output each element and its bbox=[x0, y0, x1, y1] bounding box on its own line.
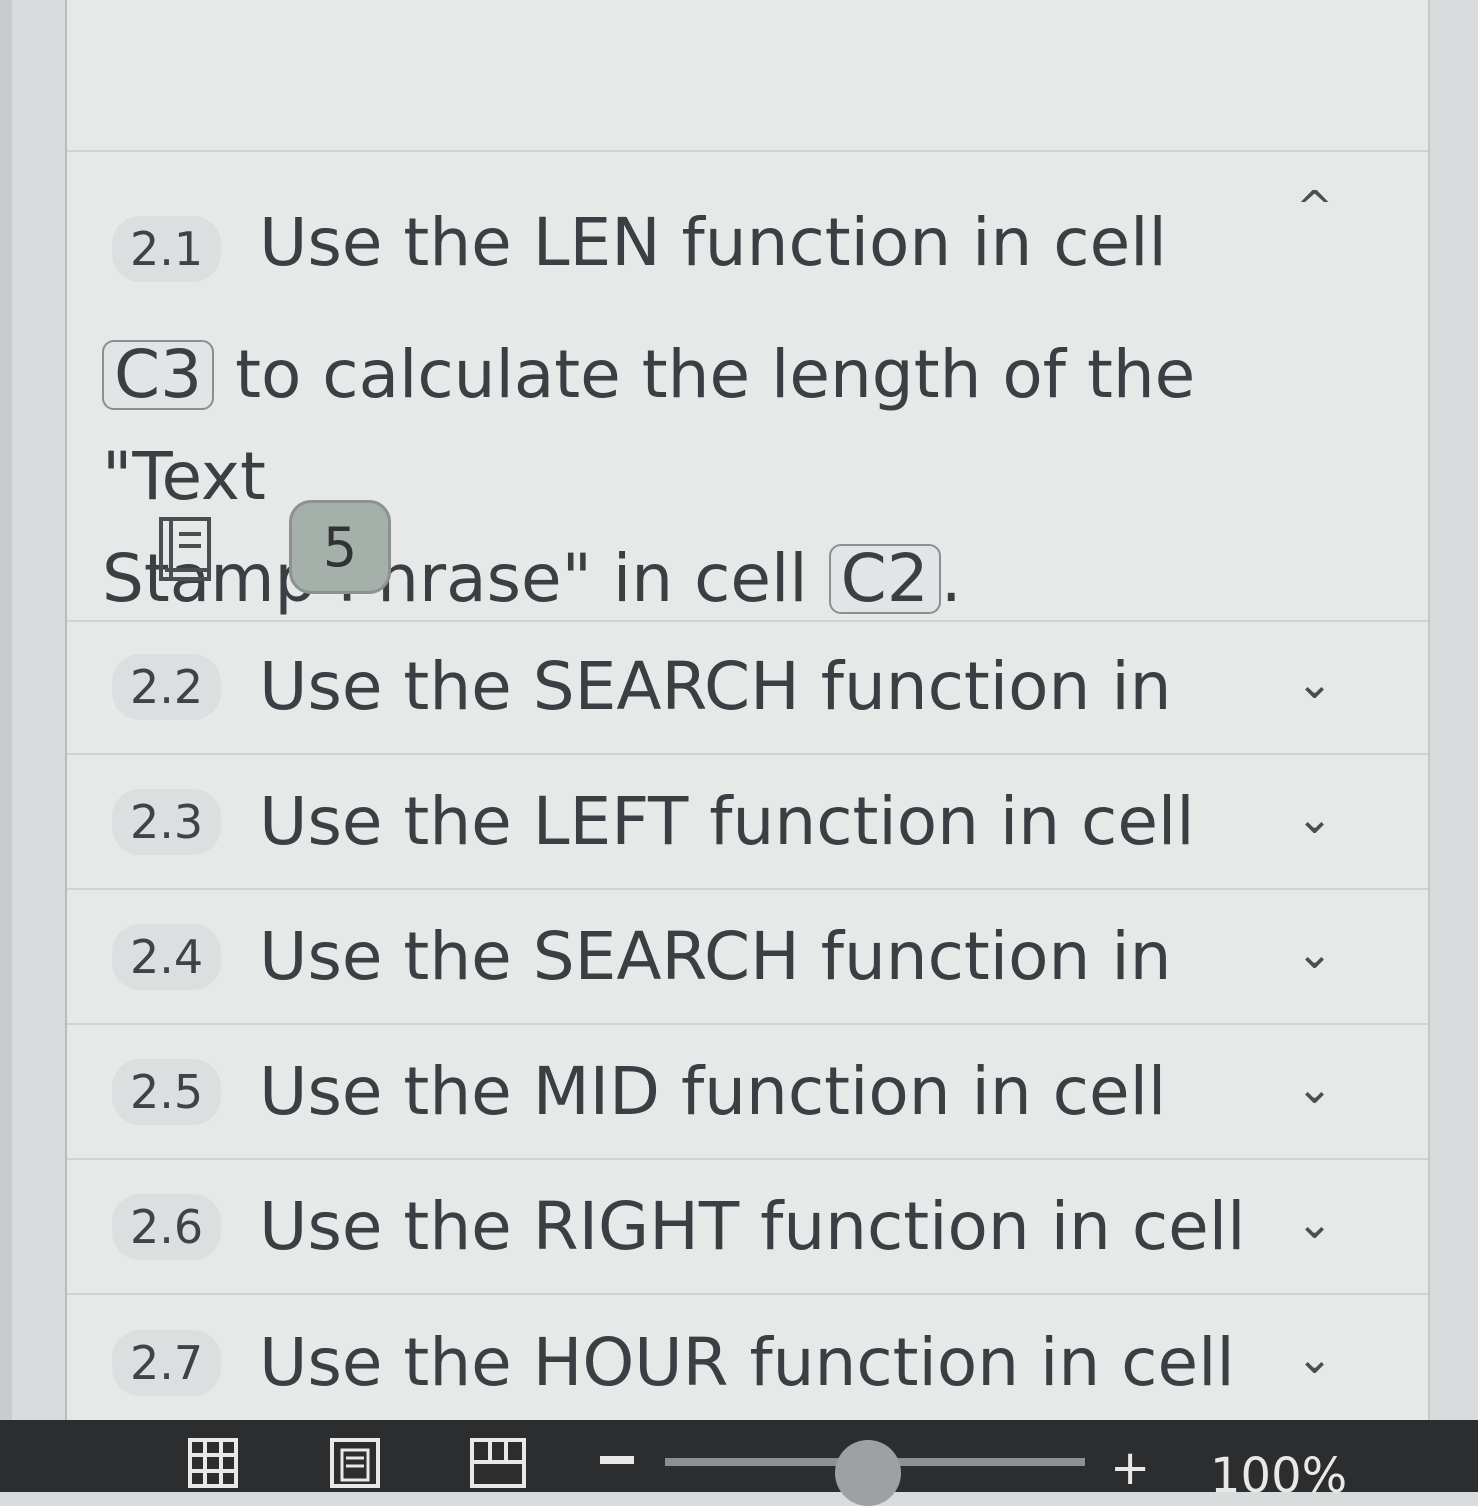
chevron-down-icon[interactable]: ⌄ bbox=[1296, 658, 1333, 709]
task-label: Use the LEFT function in cell bbox=[259, 782, 1195, 860]
page-break-preview-icon[interactable] bbox=[470, 1438, 526, 1488]
panel-header-area bbox=[67, 0, 1428, 152]
chevron-down-icon[interactable]: ⌄ bbox=[1296, 793, 1333, 844]
task-number: 2.7 bbox=[112, 1329, 222, 1396]
task-item-2-6[interactable]: 2.6 Use the RIGHT function in cell ⌄ bbox=[67, 1160, 1428, 1295]
page-layout-icon[interactable] bbox=[330, 1438, 380, 1488]
task-number: 2.5 bbox=[112, 1058, 222, 1125]
cell-reference-c2[interactable]: C2 bbox=[828, 544, 941, 614]
task-label: Use the SEARCH function in bbox=[259, 647, 1172, 725]
window-edge bbox=[0, 0, 12, 1492]
task-item-2-4[interactable]: 2.4 Use the SEARCH function in ⌄ bbox=[67, 890, 1428, 1025]
task-number: 2.3 bbox=[112, 788, 222, 855]
notes-icon[interactable] bbox=[157, 516, 211, 581]
task-number: 2.6 bbox=[112, 1193, 222, 1260]
task-label: Use the HOUR function in cell bbox=[259, 1323, 1235, 1401]
chevron-down-icon[interactable]: ⌄ bbox=[1296, 928, 1333, 979]
chevron-down-icon[interactable]: ⌄ bbox=[1296, 1198, 1333, 1249]
task-item-2-2[interactable]: 2.2 Use the SEARCH function in ⌄ bbox=[67, 620, 1428, 755]
normal-view-icon[interactable] bbox=[188, 1438, 238, 1488]
chevron-down-icon[interactable]: ⌄ bbox=[1296, 1063, 1333, 1114]
task-panel: 2.1 Use the LEN function in cell ^ C3 to … bbox=[65, 0, 1430, 1420]
task-number: 2.4 bbox=[112, 923, 222, 990]
task-label: Use the SEARCH function in bbox=[259, 917, 1172, 995]
task-item-2-5[interactable]: 2.5 Use the MID function in cell ⌄ bbox=[67, 1025, 1428, 1160]
task-label: Use the MID function in cell bbox=[259, 1052, 1167, 1130]
task-description-line2: to calculate the length of the "Text bbox=[102, 336, 1196, 515]
zoom-in-button[interactable]: + bbox=[1110, 1440, 1150, 1496]
zoom-slider-thumb[interactable] bbox=[835, 1440, 901, 1506]
cell-reference-c3[interactable]: C3 bbox=[102, 340, 215, 410]
zoom-level-label[interactable]: 100% bbox=[1210, 1448, 1347, 1504]
chevron-down-icon[interactable]: ⌄ bbox=[1296, 1333, 1333, 1384]
task-item-2-7[interactable]: 2.7 Use the HOUR function in cell ⌄ bbox=[67, 1295, 1428, 1430]
zoom-out-button[interactable] bbox=[600, 1456, 634, 1464]
task-number: 2.2 bbox=[112, 653, 222, 720]
task-description-period: . bbox=[940, 540, 962, 617]
task-description-line1: Use the LEN function in cell bbox=[259, 204, 1167, 281]
chevron-up-icon[interactable]: ^ bbox=[1296, 182, 1333, 233]
task-label: Use the RIGHT function in cell bbox=[259, 1187, 1246, 1265]
task-item-2-3[interactable]: 2.3 Use the LEFT function in cell ⌄ bbox=[67, 755, 1428, 890]
status-bar: + 100% bbox=[0, 1420, 1478, 1506]
task-number: 2.1 bbox=[112, 216, 222, 282]
task-2-1-tools: 5 bbox=[157, 500, 391, 594]
score-badge: 5 bbox=[289, 500, 391, 594]
task-2-1-first-line: 2.1 Use the LEN function in cell bbox=[112, 192, 1167, 294]
